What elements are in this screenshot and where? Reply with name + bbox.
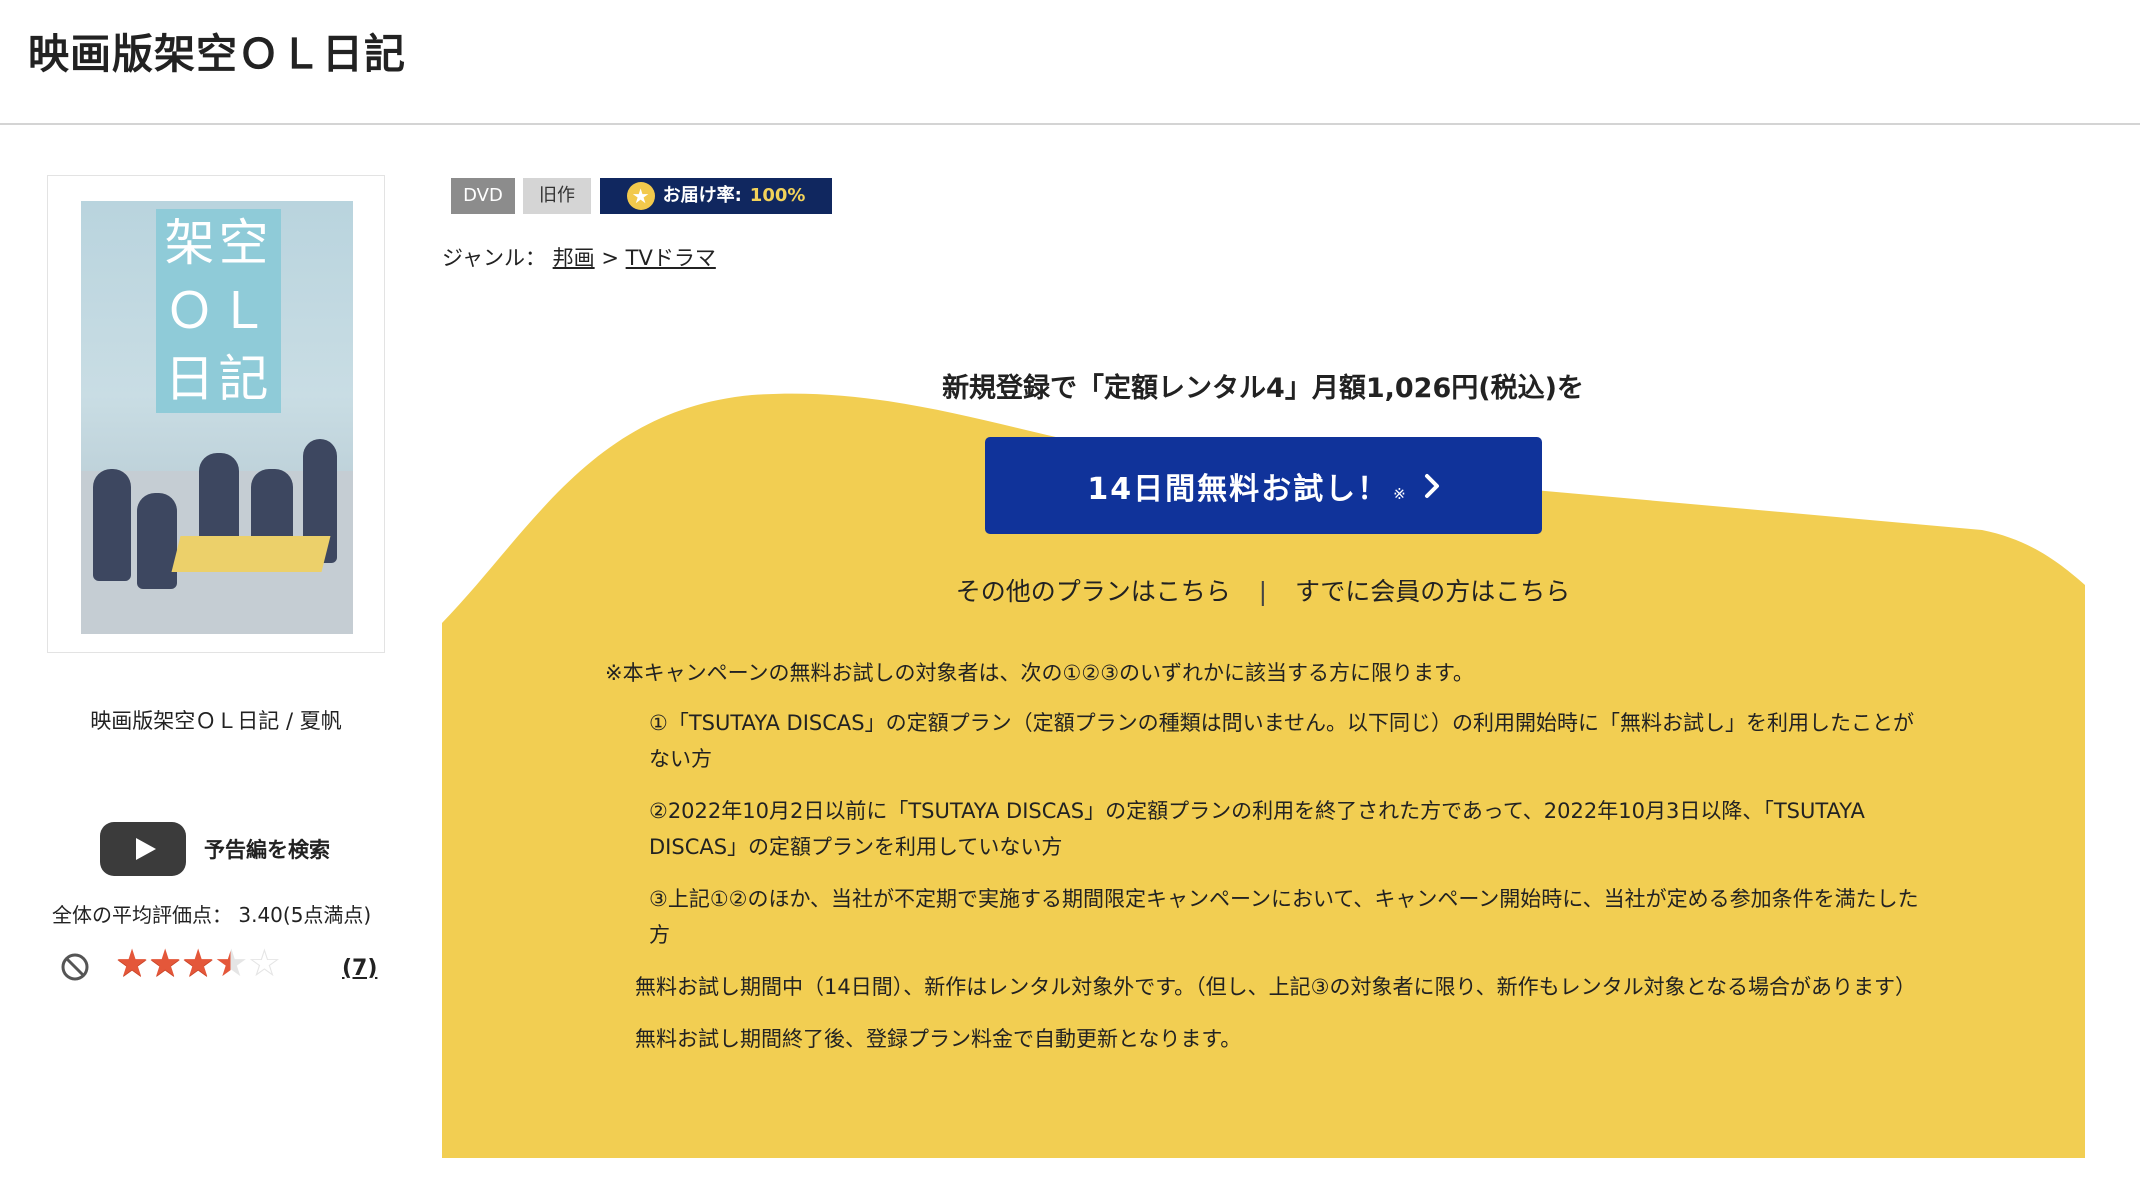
rating-stars[interactable]: ★★★★☆ (115, 941, 281, 985)
plan-links: その他のプランはこちら | すでに会員の方はこちら (442, 572, 2084, 608)
review-count-link[interactable]: (7) (342, 956, 377, 981)
not-interested-icon[interactable] (60, 952, 90, 982)
notes-intro: ※本キャンペーンの無料お試しの対象者は、次の①②③のいずれかに該当する方に限りま… (605, 661, 1474, 685)
genre-link-tvdrama[interactable]: TVドラマ (626, 246, 716, 270)
star-icon: ★ (626, 182, 655, 210)
eligibility-item-2: ②2022年10月2日以前に「TSUTAYA DISCAS」の定額プランの利用を… (649, 799, 1865, 859)
eligibility-item-1: ①「TSUTAYA DISCAS」の定額プラン（定額プランの種類は問いません。以… (649, 711, 1914, 771)
poster-title-box: 架空 ＯＬ 日記 (156, 209, 281, 413)
free-trial-button[interactable]: 14日間無料お試し！ ※ (985, 437, 1542, 534)
eligibility-item-3: ③上記①②のほか、当社が不定期で実施する期間限定キャンペーンにおいて、キャンペー… (649, 887, 1919, 947)
play-icon (136, 838, 156, 860)
poster-figure (137, 493, 177, 589)
format-badge: DVD (451, 178, 515, 214)
poster-frame[interactable]: 架空 ＯＬ 日記 (47, 175, 385, 653)
delivery-rate-label: お届け率: (662, 185, 742, 206)
other-plans-link[interactable]: その他のプランはこちら (956, 577, 1231, 606)
page-title: 映画版架空ＯＬ日記 (28, 30, 406, 78)
star-filled-icon[interactable]: ★ (148, 941, 182, 985)
star-filled-icon[interactable]: ★ (181, 941, 215, 985)
auto-renewal-note: 無料お試し期間終了後、登録プラン料金で自動更新となります。 (635, 1027, 1242, 1051)
star-half-icon[interactable]: ★ (214, 941, 248, 985)
delivery-rate-badge: ★ お届け率: 100% (600, 178, 832, 214)
campaign-headline: 新規登録で「定額レンタル4」月額1,026円(税込)を (942, 373, 1584, 404)
product-caption: 映画版架空ＯＬ日記 / 夏帆 (90, 709, 342, 733)
free-trial-note-mark: ※ (1393, 484, 1406, 503)
member-login-link[interactable]: すでに会員の方はこちら (1295, 577, 1570, 606)
star-empty-icon[interactable]: ☆ (247, 941, 281, 985)
genre-link-housei[interactable]: 邦画 (553, 246, 595, 270)
poster-bench (171, 536, 331, 572)
poster-title-line: 架空 (164, 214, 273, 272)
chevron-right-icon (1424, 473, 1439, 498)
genre-label: ジャンル： (442, 246, 546, 270)
header-divider (0, 123, 2140, 125)
free-trial-label: 14日間無料お試し！ (1087, 471, 1390, 507)
link-separator: | (1258, 577, 1268, 606)
star-filled-icon[interactable]: ★ (115, 941, 149, 985)
trailer-search-button[interactable] (100, 822, 186, 876)
trial-period-note: 無料お試し期間中（14日間）、新作はレンタル対象外です。（但し、上記③の対象者に… (635, 975, 1916, 999)
poster-figure (93, 469, 131, 581)
average-rating-text: 全体の平均評価点： 3.40(5点満点) (52, 903, 372, 927)
genre-breadcrumb: ジャンル： 邦画 > TVドラマ (442, 242, 716, 272)
release-badge: 旧作 (523, 178, 591, 214)
poster-title-line: ＯＬ (164, 282, 273, 340)
trailer-search-label[interactable]: 予告編を検索 (204, 834, 330, 864)
genre-separator: > (601, 246, 619, 270)
poster-title-line: 日記 (164, 350, 273, 408)
poster-image[interactable]: 架空 ＯＬ 日記 (81, 201, 353, 634)
delivery-rate-value: 100% (749, 185, 806, 206)
campaign-notes: ※本キャンペーンの無料お試しの対象者は、次の①②③のいずれかに該当する方に限りま… (605, 655, 1925, 1073)
